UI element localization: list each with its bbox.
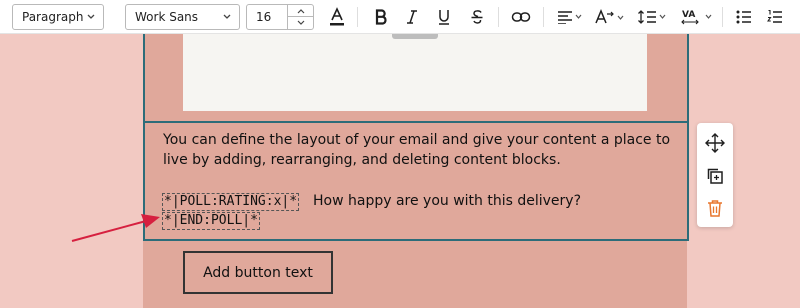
column-guide-left <box>143 34 145 122</box>
font-family-value: Work Sans <box>135 10 199 24</box>
toolbar-divider <box>357 7 358 27</box>
italic-icon[interactable] <box>402 5 422 29</box>
block-style-value: Paragraph <box>22 10 84 24</box>
intro-paragraph[interactable]: You can define the layout of your email … <box>163 130 683 170</box>
email-button[interactable]: Add button text <box>183 251 333 294</box>
letter-spacing-label: VA <box>682 10 695 20</box>
bullet-list-icon[interactable] <box>734 5 754 29</box>
align-left-icon[interactable] <box>556 5 584 29</box>
poll-question[interactable]: How happy are you with this delivery? <box>313 191 581 211</box>
move-icon[interactable] <box>703 131 727 155</box>
block-style-dropdown[interactable]: Paragraph <box>12 4 104 30</box>
toolbar-divider <box>543 7 544 27</box>
poll-merge-tag-end[interactable]: *|END:POLL|* <box>162 212 260 230</box>
editor-toolbar: Paragraph Work Sans 16 VA <box>0 0 800 34</box>
delete-icon[interactable] <box>703 196 727 220</box>
drag-handle[interactable] <box>392 34 438 39</box>
duplicate-icon[interactable] <box>703 164 727 188</box>
numbered-list-icon[interactable] <box>765 5 785 29</box>
line-height-icon[interactable] <box>637 5 669 29</box>
font-family-dropdown[interactable]: Work Sans <box>125 4 240 30</box>
chevron-down-icon <box>86 5 96 37</box>
letter-spacing-icon[interactable]: VA <box>680 5 718 29</box>
font-size-value: 16 <box>256 10 272 24</box>
toolbar-divider <box>498 7 499 27</box>
column-guide-right <box>687 34 689 122</box>
text-size-icon[interactable] <box>594 5 628 29</box>
link-icon[interactable] <box>509 5 533 29</box>
block-tools <box>697 123 733 227</box>
image-block[interactable] <box>183 34 647 111</box>
poll-merge-tag-start[interactable]: *|POLL:RATING:x|* <box>162 193 300 211</box>
underline-icon[interactable] <box>434 5 454 29</box>
chevron-down-icon <box>222 5 232 37</box>
decrease-size-button[interactable] <box>288 17 314 29</box>
text-color-icon[interactable] <box>326 5 348 29</box>
email-button-label: Add button text <box>203 264 313 281</box>
bold-icon[interactable] <box>371 5 391 29</box>
strikethrough-icon[interactable] <box>467 5 487 29</box>
font-size-stepper[interactable]: 16 <box>246 4 314 30</box>
increase-size-button[interactable] <box>288 5 314 17</box>
font-size-spinner <box>287 5 314 29</box>
toolbar-divider <box>722 7 723 27</box>
